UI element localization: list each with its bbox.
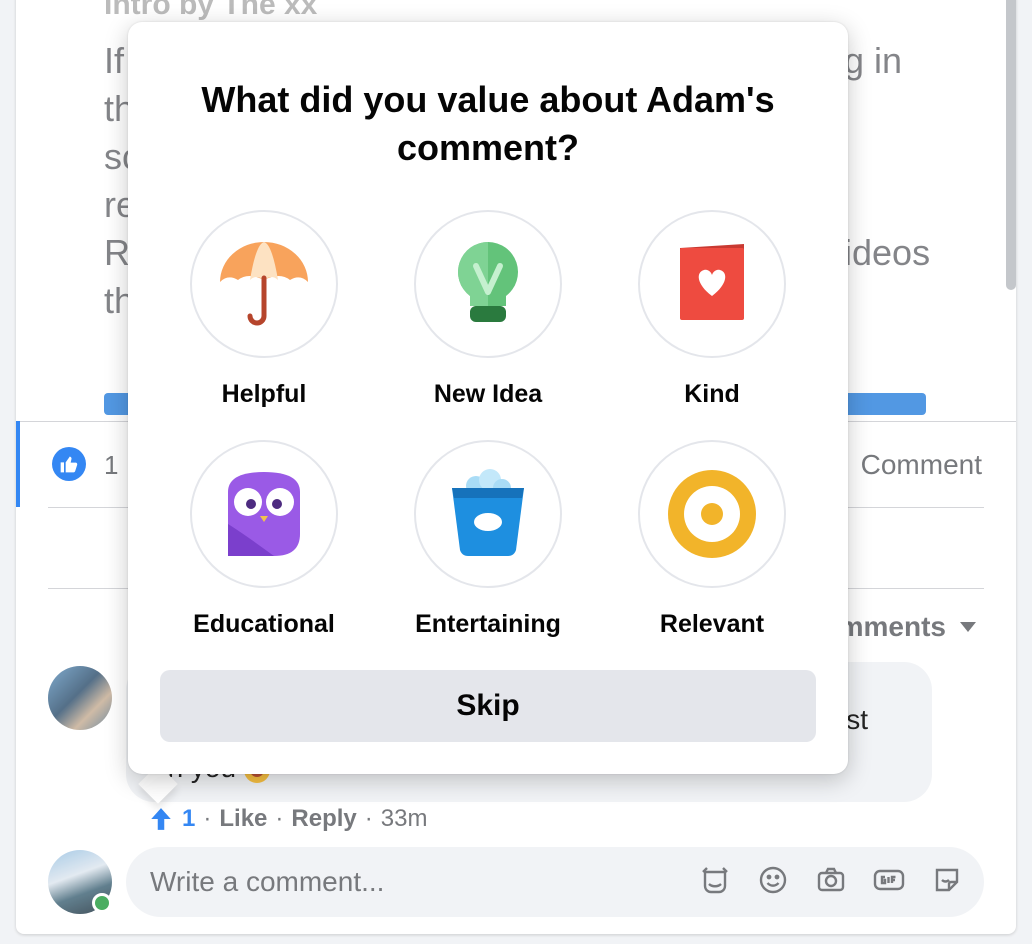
option-educational[interactable]: Educational — [154, 440, 374, 639]
heart-card-icon — [680, 244, 744, 320]
lightbulb-icon — [458, 242, 518, 322]
target-icon — [668, 470, 756, 558]
option-label: Relevant — [659, 610, 765, 638]
option-label: Helpful — [221, 380, 307, 408]
option-circle[interactable] — [414, 210, 562, 358]
option-label: New Idea — [433, 380, 543, 408]
option-label: Entertaining — [415, 610, 561, 638]
option-kind[interactable]: Kind — [602, 210, 822, 409]
option-label: Kind — [684, 380, 740, 408]
option-circle[interactable] — [190, 210, 338, 358]
option-helpful[interactable]: Helpful — [154, 210, 374, 409]
popcorn-bucket-icon — [452, 469, 524, 556]
popover-title: What did you value about Adam's comment? — [201, 79, 775, 168]
option-new-idea[interactable]: New Idea — [378, 210, 598, 409]
option-circle[interactable] — [190, 440, 338, 588]
option-relevant[interactable]: Relevant — [602, 440, 822, 639]
comment-value-popover: What did you value about Adam's comment?… — [128, 22, 848, 774]
option-circle[interactable] — [414, 440, 562, 588]
option-circle[interactable] — [638, 210, 786, 358]
option-label: Educational — [193, 610, 335, 638]
owl-icon — [228, 472, 300, 556]
skip-button[interactable]: Skip — [160, 670, 816, 742]
umbrella-icon — [220, 242, 308, 326]
option-circle[interactable] — [638, 440, 786, 588]
option-entertaining[interactable]: Entertaining — [378, 440, 598, 639]
